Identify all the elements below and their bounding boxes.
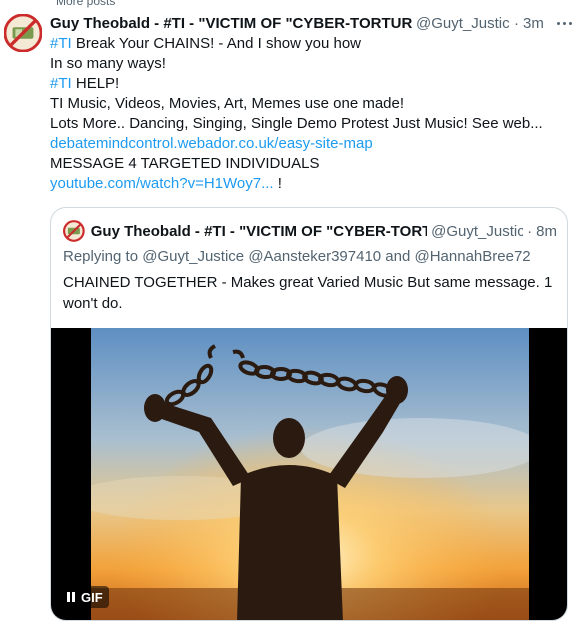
quoted-tweet[interactable]: Guy Theobald - #TI - "VICTIM OF "CYBER-T… (50, 207, 568, 621)
replying-prefix: Replying to (63, 248, 143, 265)
more-options-icon[interactable] (557, 21, 572, 25)
gif-play-control[interactable]: GIF (61, 586, 109, 608)
tweet-line: Break Your CHAINS! - And I show you how (71, 35, 362, 52)
quote-timestamp: 8m (536, 222, 557, 240)
gif-image (91, 328, 529, 620)
quote-text: CHAINED TOGETHER - Makes great Varied Mu… (63, 274, 553, 312)
separator: · (514, 14, 519, 32)
tweet-line: In so many ways! (50, 55, 166, 72)
quote-author-name: Guy Theobald - #TI - "VICTIM OF "CYBER-T… (90, 222, 428, 240)
timestamp[interactable]: 3m (523, 15, 544, 32)
gif-media[interactable]: GIF (51, 328, 567, 620)
author-name[interactable]: Guy Theobald - #TI - "VICTIM OF "CYBER-T… (50, 15, 412, 32)
gif-badge-label: GIF (81, 589, 103, 605)
pause-icon (67, 592, 75, 602)
quote-avatar (63, 220, 85, 242)
replying-to: Replying to @Guyt_Justice @Aansteker3974… (63, 248, 531, 265)
separator: · (527, 222, 533, 240)
hashtag-link[interactable]: #TI (50, 35, 72, 52)
website-link[interactable]: debatemindcontrol.webador.co.uk/easy-sit… (50, 135, 373, 152)
tweet-header: Guy Theobald - #TI - "VICTIM OF "CYBER-T… (50, 12, 574, 34)
tweet-line: Lots More.. Dancing, Singing, Single Dem… (50, 115, 543, 132)
more-posts-label: More posts (56, 0, 116, 8)
quote-author-handle: @Guyt_Justic• (431, 222, 524, 240)
tweet-line: TI Music, Videos, Movies, Art, Memes use… (50, 95, 405, 112)
tweet-text: #TI Break Your CHAINS! - And I show you … (50, 34, 570, 194)
tweet-line: HELP! (71, 75, 120, 92)
avatar[interactable] (4, 14, 42, 52)
author-handle[interactable]: @Guyt_Justic• (416, 15, 510, 32)
quote-header: Guy Theobald - #TI - "VICTIM OF "CYBER-T… (63, 220, 557, 242)
tweet-line: MESSAGE 4 TARGETED INDIVIDUALS (50, 155, 320, 172)
replying-mentions: @Guyt_Justice @Aansteker397410 and @Hann… (142, 248, 531, 265)
youtube-link[interactable]: youtube.com/watch?v=H1Woy7... (50, 175, 274, 192)
tweet-line: ! (273, 175, 282, 192)
hashtag-link[interactable]: #TI (50, 75, 72, 92)
